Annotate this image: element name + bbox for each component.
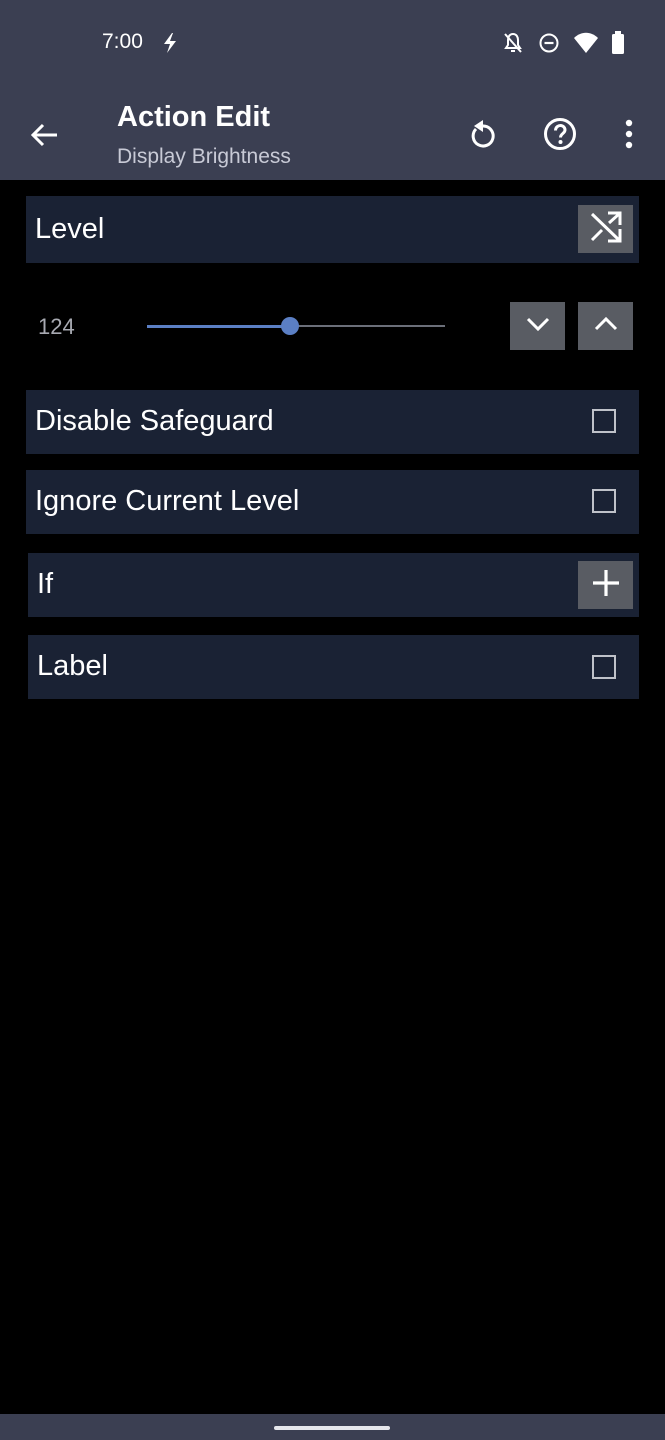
- page-title: Action Edit: [117, 101, 271, 133]
- overflow-menu-icon[interactable]: [612, 116, 646, 152]
- do-not-disturb-icon: [537, 31, 561, 60]
- if-row: If: [28, 553, 639, 617]
- label-option-label: Label: [37, 650, 108, 682]
- ignore-current-level-checkbox[interactable]: [592, 489, 616, 513]
- label-checkbox[interactable]: [592, 655, 616, 679]
- label-row[interactable]: Label: [28, 635, 639, 699]
- slider-thumb[interactable]: [281, 317, 300, 335]
- increment-button[interactable]: [578, 302, 633, 350]
- navigation-bar: [0, 1414, 665, 1440]
- ignore-current-level-row[interactable]: Ignore Current Level: [26, 470, 639, 534]
- random-value-button[interactable]: [578, 205, 633, 253]
- level-label: Level: [35, 213, 105, 245]
- level-row: Level: [26, 196, 639, 263]
- status-time: 7:00: [102, 30, 143, 53]
- status-icons: [501, 31, 625, 60]
- disable-safeguard-row[interactable]: Disable Safeguard: [26, 390, 639, 454]
- reset-icon[interactable]: [466, 116, 500, 152]
- help-icon[interactable]: [543, 116, 577, 152]
- decrement-button[interactable]: [510, 302, 565, 350]
- chevron-up-icon: [593, 316, 619, 337]
- battery-icon: [611, 31, 625, 60]
- page-subtitle: Display Brightness: [117, 145, 291, 168]
- level-slider[interactable]: [147, 317, 445, 335]
- charging-bolt-icon: [161, 32, 179, 59]
- disable-safeguard-checkbox[interactable]: [592, 409, 616, 433]
- ignore-current-level-label: Ignore Current Level: [35, 485, 300, 517]
- disable-safeguard-label: Disable Safeguard: [35, 405, 274, 437]
- level-value: 124: [38, 314, 75, 339]
- notifications-off-icon: [501, 31, 525, 60]
- if-label: If: [37, 568, 54, 600]
- app-bar: Action Edit Display Brightness: [0, 88, 665, 180]
- chevron-down-icon: [525, 316, 551, 337]
- plus-icon: [591, 568, 621, 603]
- slider-fill: [147, 324, 291, 328]
- home-gesture-handle[interactable]: [274, 1426, 390, 1430]
- wifi-icon: [573, 32, 599, 59]
- shuffle-icon: [589, 210, 623, 249]
- status-bar: 7:00: [0, 0, 665, 88]
- back-arrow-icon[interactable]: [28, 118, 62, 152]
- add-condition-button[interactable]: [578, 561, 633, 609]
